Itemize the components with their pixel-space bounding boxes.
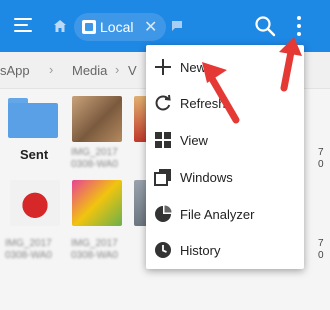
phone-icon	[82, 20, 96, 34]
menu-item-history[interactable]: History	[146, 232, 304, 269]
breadcrumb-item[interactable]: V	[128, 63, 137, 78]
windows-icon	[154, 169, 171, 186]
refresh-icon	[155, 94, 171, 111]
file-name: 0308-WA0	[71, 250, 118, 261]
file-name-fragment: 7	[318, 147, 324, 158]
file-name-fragment: 0	[318, 250, 324, 261]
chevron-right-icon: ›	[49, 62, 54, 77]
menu-item-windows[interactable]: Windows	[146, 159, 304, 196]
file-name: IMG_2017	[71, 147, 118, 158]
clock-icon	[155, 242, 171, 258]
menu-item-file-analyzer[interactable]: File Analyzer	[146, 196, 304, 233]
folder-name: Sent	[20, 147, 49, 162]
menu-item-label: File Analyzer	[180, 207, 255, 222]
plus-icon	[155, 59, 171, 75]
flag-icon[interactable]	[171, 20, 183, 32]
image-thumbnail[interactable]	[72, 96, 122, 142]
file-name: IMG_2017	[71, 238, 118, 249]
breadcrumb-item[interactable]: Media	[72, 63, 107, 78]
file-name: 0308-WA0	[71, 159, 118, 170]
menu-item-label: Windows	[180, 170, 233, 185]
file-name-fragment: 7	[318, 238, 324, 249]
folder-icon[interactable]	[8, 98, 58, 138]
breadcrumb-item[interactable]: sApp	[0, 63, 30, 78]
local-tab[interactable]: Local ✕	[74, 13, 166, 41]
home-icon[interactable]	[53, 19, 67, 33]
image-thumbnail[interactable]	[10, 180, 60, 226]
file-name: IMG_2017	[5, 238, 52, 249]
local-tab-label: Local	[100, 19, 134, 35]
menu-item-label: History	[180, 243, 221, 258]
annotation-arrow	[279, 37, 302, 92]
menu-item-view[interactable]: View	[146, 122, 304, 159]
search-icon[interactable]	[254, 15, 276, 37]
chevron-right-icon: ›	[115, 62, 120, 77]
file-name: 0308-WA0	[5, 250, 52, 261]
annotation-arrow	[202, 62, 240, 124]
more-vert-icon[interactable]	[294, 14, 304, 38]
menu-icon[interactable]	[14, 16, 34, 34]
menu-item-label: View	[180, 133, 208, 148]
file-name-fragment: 0	[318, 159, 324, 170]
grid-view-icon	[155, 132, 171, 148]
pie-chart-icon	[155, 205, 172, 222]
close-icon[interactable]: ✕	[144, 17, 157, 37]
image-thumbnail[interactable]	[72, 180, 122, 226]
